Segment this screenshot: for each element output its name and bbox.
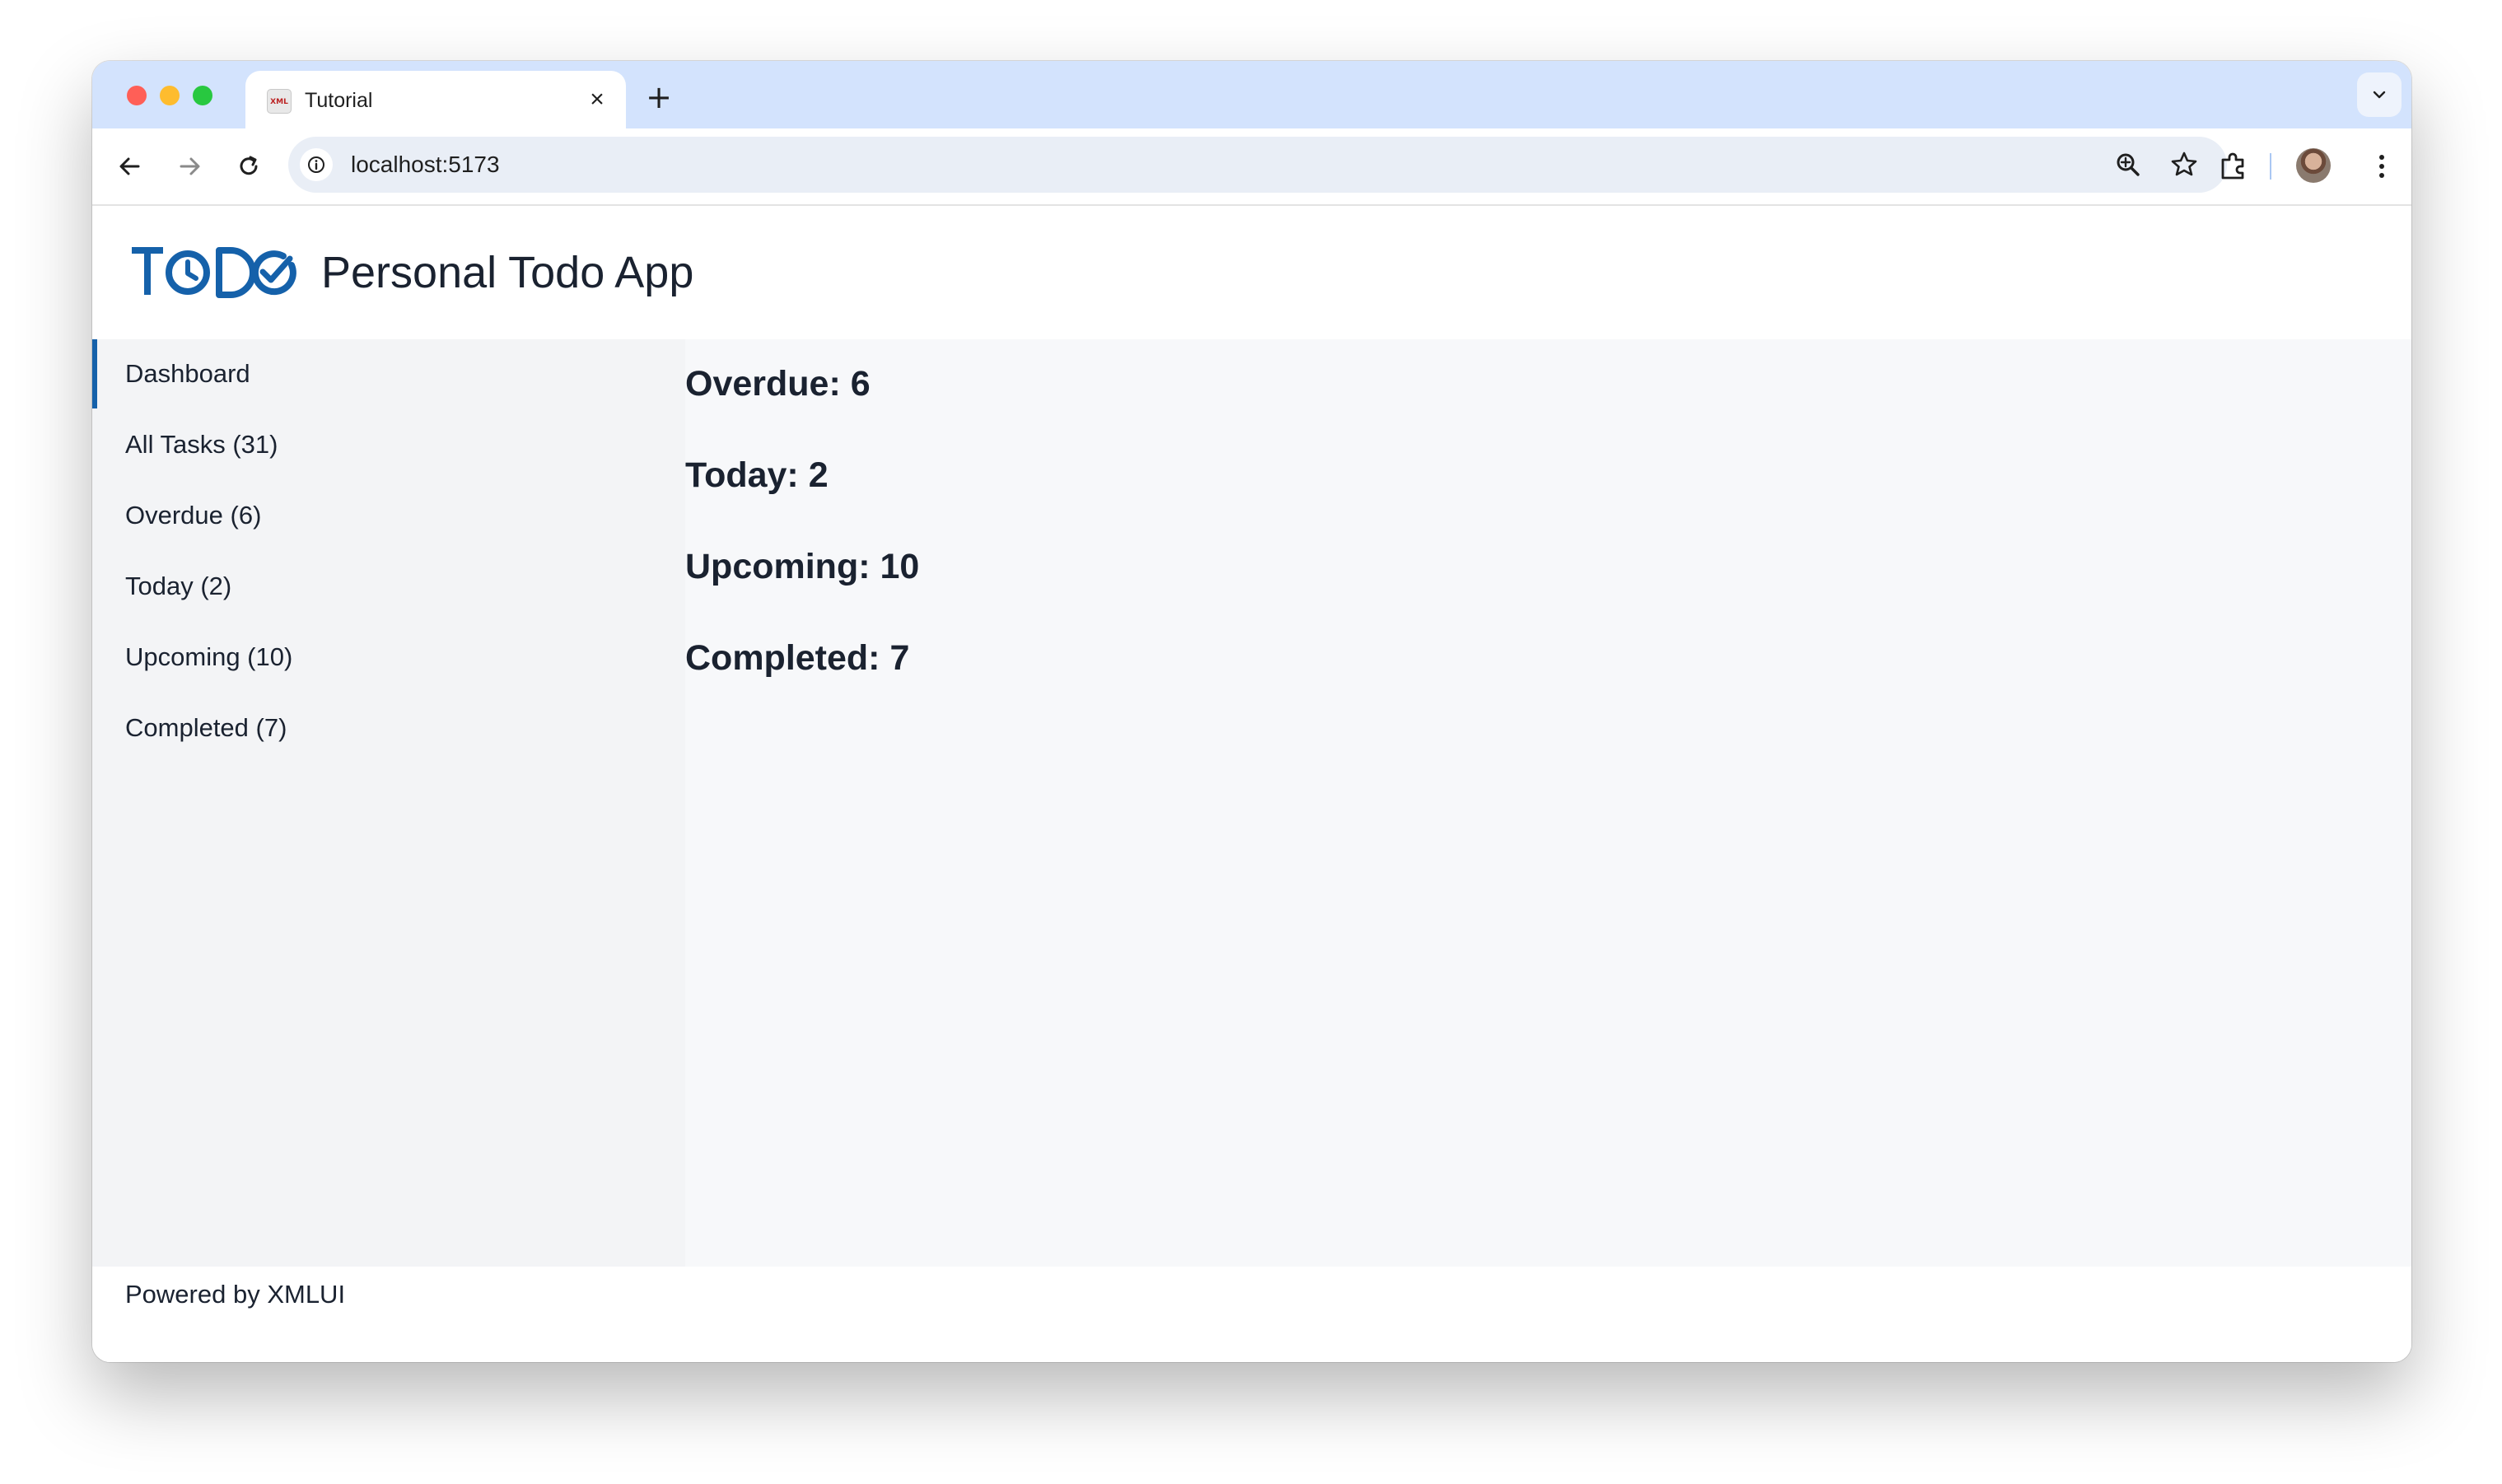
- sidebar-item-label: Dashboard: [125, 359, 250, 388]
- chevron-down-icon: [2373, 91, 2386, 99]
- info-icon: [308, 156, 324, 173]
- star-icon[interactable]: [2168, 148, 2201, 181]
- sidebar-item-label: Today (2): [125, 572, 232, 600]
- app-title: Personal Todo App: [321, 248, 694, 297]
- stat-upcoming: Upcoming: 10: [685, 547, 920, 586]
- sidebar-item-label: Upcoming (10): [125, 642, 293, 671]
- app-footer: Powered by XMLUI: [92, 1267, 2411, 1362]
- stat-completed: Completed: 7: [685, 638, 910, 678]
- forward-icon[interactable]: [173, 150, 206, 183]
- address-bar[interactable]: localhost:5173: [288, 137, 2227, 193]
- sidebar-item-label: All Tasks (31): [125, 430, 278, 459]
- sidebar-item-today[interactable]: Today (2): [92, 552, 685, 621]
- sidebar-item-overdue[interactable]: Overdue (6): [92, 481, 685, 550]
- close-tab-button[interactable]: ×: [581, 84, 613, 115]
- sidebar-item-completed[interactable]: Completed (7): [92, 693, 685, 763]
- back-icon[interactable]: [114, 150, 147, 183]
- minimize-window-button[interactable]: [160, 86, 180, 105]
- reload-icon[interactable]: [232, 150, 265, 183]
- dashboard-content: Overdue: 6 Today: 2 Upcoming: 10 Complet…: [685, 339, 2411, 1267]
- extensions-icon[interactable]: [2215, 148, 2252, 184]
- stat-overdue: Overdue: 6: [685, 364, 871, 404]
- url-text[interactable]: localhost:5173: [351, 152, 500, 178]
- avatar[interactable]: [2296, 148, 2331, 183]
- sidebar-item-all-tasks[interactable]: All Tasks (31): [92, 410, 685, 479]
- tab-list-button[interactable]: [2357, 72, 2402, 117]
- app-header: Personal Todo App: [92, 206, 2411, 339]
- toolbar-divider: [2270, 153, 2271, 180]
- tab-strip: XML Tutorial × +: [92, 61, 2411, 128]
- browser-window: XML Tutorial × + localhost:5173 Personal…: [92, 61, 2411, 1362]
- maximize-window-button[interactable]: [193, 86, 212, 105]
- new-tab-button[interactable]: +: [642, 81, 675, 114]
- sidebar-item-label: Overdue (6): [125, 501, 262, 530]
- todo-logo: [132, 247, 296, 298]
- stat-today: Today: 2: [685, 455, 829, 495]
- sidebar-item-upcoming[interactable]: Upcoming (10): [92, 623, 685, 692]
- tab-tutorial[interactable]: XML Tutorial ×: [245, 71, 626, 128]
- zoom-icon[interactable]: [2112, 148, 2145, 181]
- tab-title: Tutorial: [305, 89, 373, 112]
- sidebar-item-dashboard[interactable]: Dashboard: [92, 339, 685, 408]
- close-window-button[interactable]: [127, 86, 147, 105]
- browser-toolbar: localhost:5173: [92, 128, 2411, 206]
- sidebar-item-label: Completed (7): [125, 713, 287, 742]
- menu-icon[interactable]: [2364, 148, 2400, 184]
- sidebar-nav: Dashboard All Tasks (31) Overdue (6) Tod…: [92, 339, 685, 1267]
- footer-text: Powered by XMLUI: [125, 1280, 346, 1309]
- site-info-button[interactable]: [300, 148, 333, 181]
- favicon-icon: XML: [267, 89, 292, 114]
- app-page: Personal Todo App Dashboard All Tasks (3…: [92, 206, 2411, 1362]
